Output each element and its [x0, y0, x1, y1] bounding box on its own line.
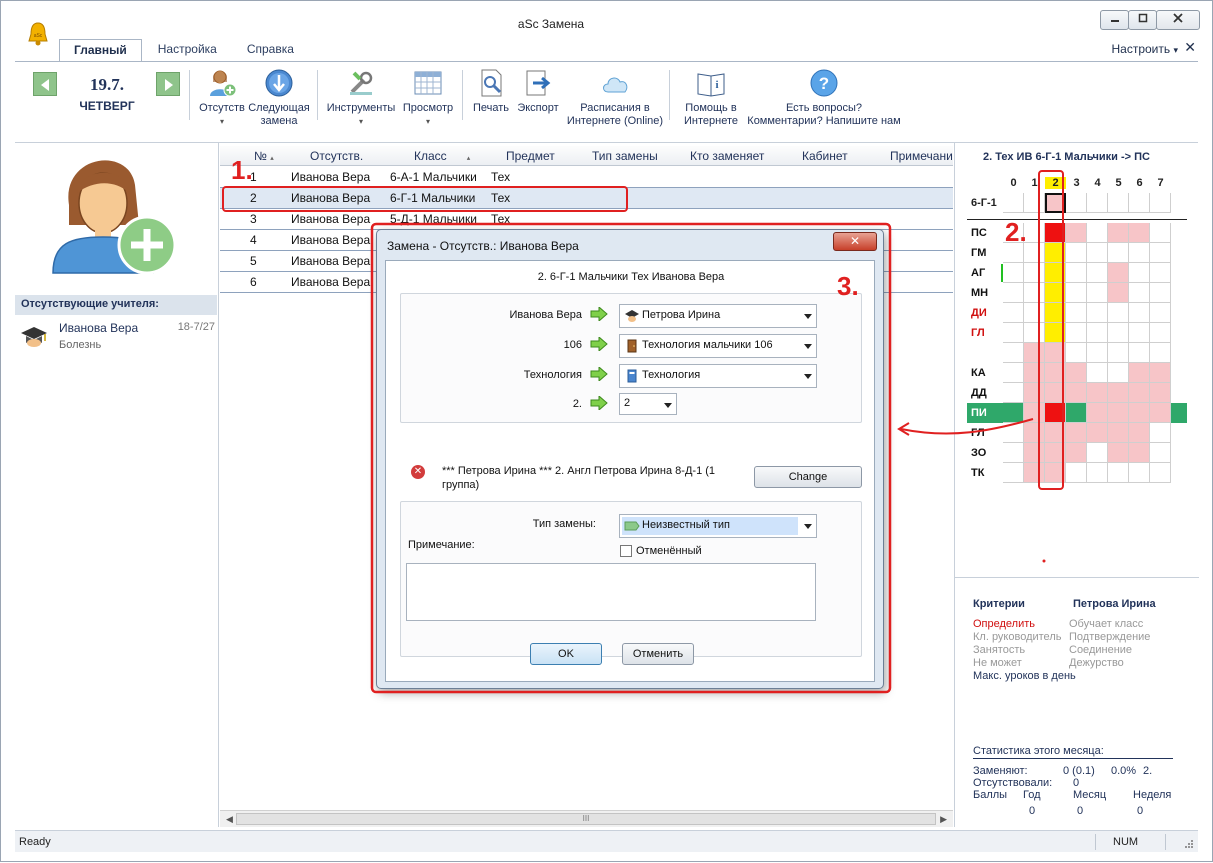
annotation-box-column — [1038, 170, 1064, 490]
annotation-number-3: 3. — [837, 271, 859, 301]
app-window: aSc aSc Замена Главный Настройка Справка… — [0, 0, 1213, 862]
tag-icon — [624, 521, 640, 531]
annotation-dot — [1042, 559, 1046, 563]
annotation-overlay — [222, 170, 1064, 694]
annotation-arrow-line — [900, 418, 1034, 435]
annotation-number-2: 2. — [1005, 217, 1027, 247]
annotation-box-row — [222, 186, 628, 212]
annotation-box-dialog — [370, 222, 892, 694]
sub-type-value: Неизвестный тип — [642, 519, 730, 531]
annotation-number-1: 1. — [231, 155, 253, 185]
